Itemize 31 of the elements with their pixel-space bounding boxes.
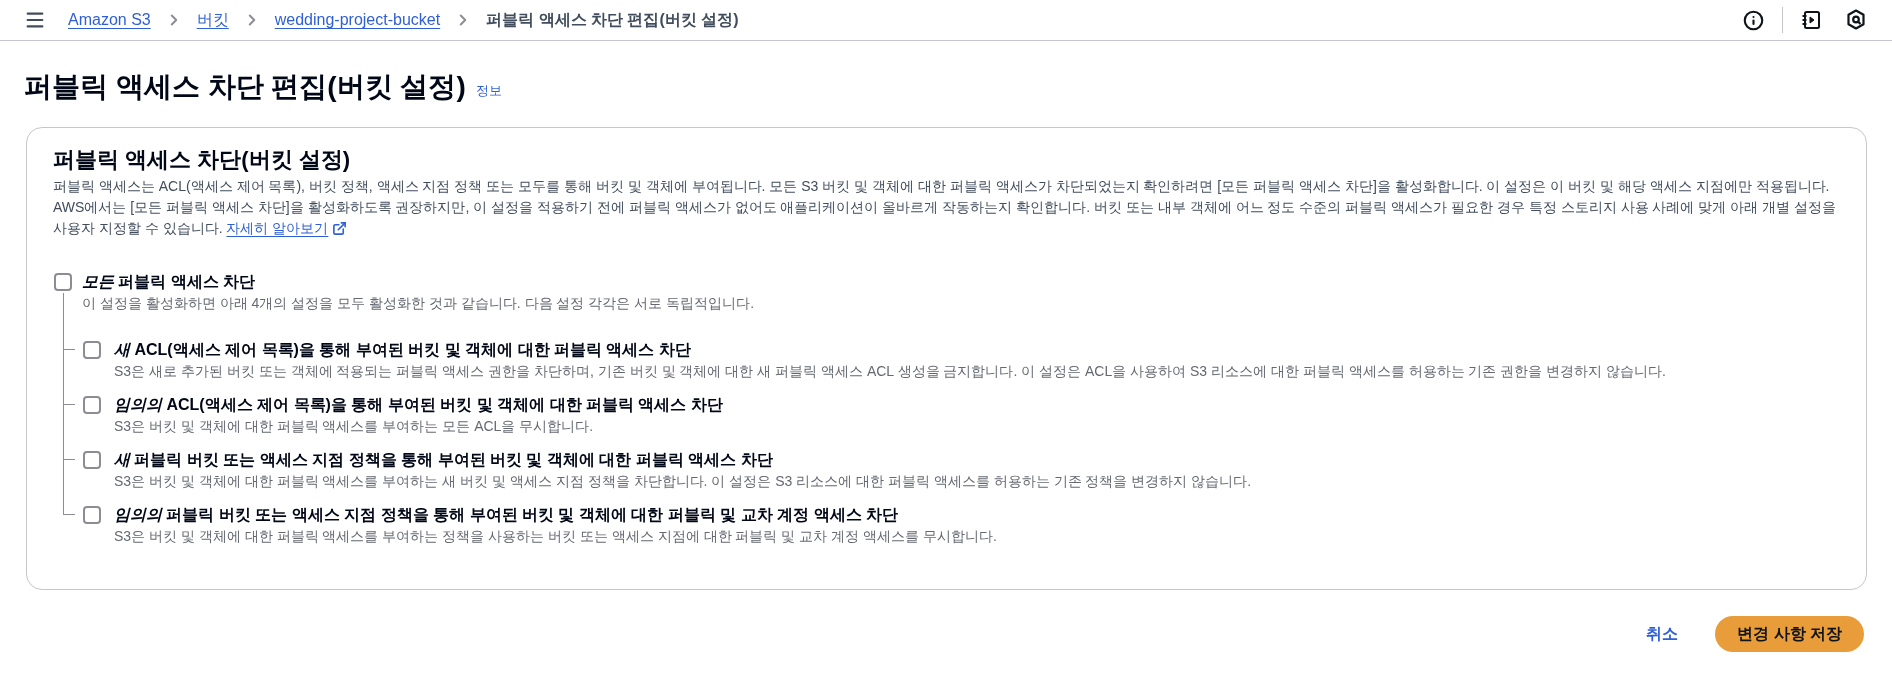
- setting-label: 모든 퍼블릭 액세스 차단: [82, 272, 257, 292]
- checkbox[interactable]: [83, 506, 101, 524]
- save-changes-button[interactable]: 변경 사항 저장: [1715, 616, 1864, 652]
- setting-description: 이 설정을 활성화하면 아래 4개의 설정을 모두 활성화한 것과 같습니다. 다음 설정 각각은 서로 독립적입니다.: [82, 294, 755, 313]
- setting-label: 임의의 ACL(액세스 제어 목록)을 통해 부여된 버킷 및 객체에 대한 퍼블릭 액세스 차단: [114, 395, 723, 415]
- breadcrumb-link[interactable]: Amazon S3: [68, 8, 151, 32]
- checkbox[interactable]: [54, 273, 72, 291]
- breadcrumb-current: 퍼블릭 액세스 차단 편집(버킷 설정): [486, 10, 739, 30]
- setting-label: 임의의 퍼블릭 버킷 또는 액세스 지점 정책을 통해 부여된 버킷 및 객체에 대한 퍼블릭 및 교차 계정 액세스 차단: [114, 505, 899, 525]
- notebook-icon[interactable]: [1801, 10, 1821, 30]
- setting-description: S3은 새로 추가된 버킷 또는 객체에 적용되는 퍼블릭 액세스 권한을 차단하며, 기존 버킷 및 객체에 대한 새 퍼블릭 액세스 ACL 생성을 금지합니다. 이 설정은 ACL을 사용하여 S3 리소스에 대한 퍼블릭 액세스를 허용하는 기존 권한을 변경하지 않습니다.: [114, 362, 1666, 381]
- setting-label: 새 ACL(액세스 제어 목록)을 통해 부여된 버킷 및 객체에 대한 퍼블릭 액세스 차단: [114, 340, 692, 360]
- hexagon-icon[interactable]: [1846, 9, 1866, 31]
- panel-description: 퍼블릭 액세스는 ACL(액세스 제어 목록), 버킷 정책, 액세스 지점 정책 또는 모두를 통해 버킷 및 객체에 부여됩니다. 모든 S3 버킷 및 객체에 대한 퍼블릭 액세스가 차단되었는지 확인하려면 [모든 퍼블릭 액세스 차단]을 활성화합니다. 이 설정은 이 버킷 및 해당 액세스 지점에만 적용됩니다. AWS에서는 [모든 퍼블릭 액세스 차단]을 활성화하도록 권장하지만, 이 설정을 적용하기 전에 퍼블릭 액세스가 없어도 애플리케이션이 올바르게 작동하는지 확인합니다. 버킷 또는 내부 객체에 어느 정도 수준의 퍼블릭 액세스가 필요한 경우 특정 스토리지 사용 사례에 맞게 아래 개별 설정을 사용자 지정할 수 있습니다. 자세히 알아보기: [53, 176, 1836, 239]
- menu-icon[interactable]: [24, 9, 46, 31]
- cancel-link[interactable]: 취소: [1646, 622, 1679, 646]
- learn-more-link[interactable]: 자세히 알아보기: [226, 218, 348, 239]
- setting-description: S3은 버킷 및 객체에 대한 퍼블릭 액세스를 부여하는 정책을 사용하는 버킷 또는 액세스 지점에 대한 퍼블릭 및 교차 계정 액세스를 무시합니다.: [114, 527, 997, 546]
- panel-title: 퍼블릭 액세스 차단(버킷 설정): [53, 146, 351, 174]
- page-title: 퍼블릭 액세스 차단 편집(버킷 설정): [24, 70, 466, 104]
- checkbox[interactable]: [83, 396, 101, 414]
- checkbox[interactable]: [83, 341, 101, 359]
- external-link-icon: [332, 221, 348, 236]
- info-icon[interactable]: [1743, 9, 1764, 31]
- info-link[interactable]: 정보: [475, 80, 502, 100]
- checkbox[interactable]: [83, 451, 101, 469]
- setting-description: S3은 버킷 및 객체에 대한 퍼블릭 액세스를 부여하는 모든 ACL을 무시합니다.: [114, 417, 595, 436]
- breadcrumb-link[interactable]: 버킷: [196, 8, 229, 32]
- setting-description: S3은 버킷 및 객체에 대한 퍼블릭 액세스를 부여하는 새 버킷 및 액세스 지점 정책을 차단합니다. 이 설정은 S3 리소스에 대한 퍼블릭 액세스를 허용하는 기존 정책을 변경하지 않습니다.: [114, 472, 1252, 491]
- setting-label: 새 퍼블릭 버킷 또는 액세스 지점 정책을 통해 부여된 버킷 및 객체에 대한 퍼블릭 액세스 차단: [114, 450, 774, 470]
- breadcrumb-link[interactable]: wedding-project-bucket: [274, 8, 441, 32]
